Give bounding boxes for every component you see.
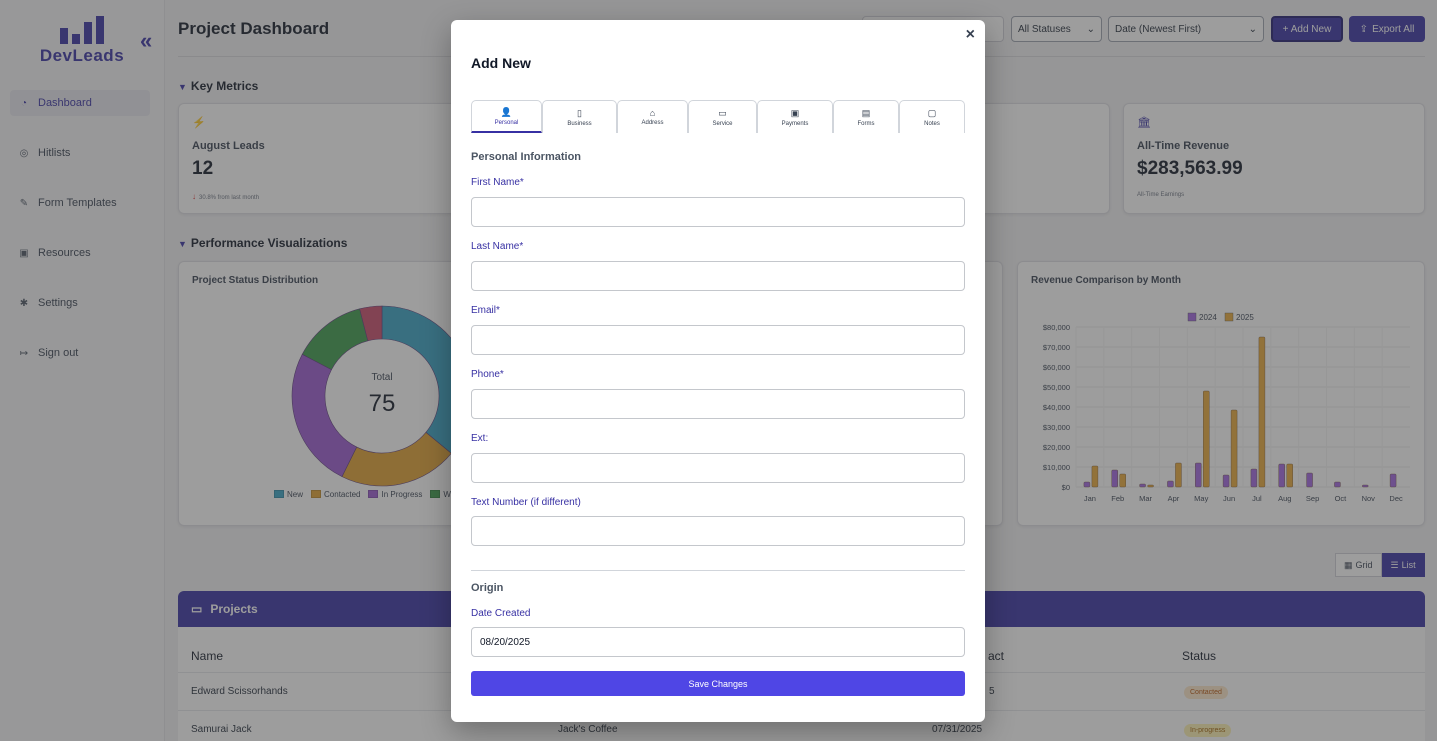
tab-label: Address xyxy=(641,120,664,126)
date-created-label: Date Created xyxy=(471,608,531,619)
tab-label: Personal xyxy=(494,119,519,126)
tab-label: Forms xyxy=(857,120,875,127)
ext-input[interactable] xyxy=(471,453,965,483)
origin-heading: Origin xyxy=(471,582,504,594)
email-label: Email* xyxy=(471,305,500,316)
phone-input[interactable] xyxy=(471,389,965,419)
file-icon: ▤ xyxy=(861,107,871,118)
home-icon: ⌂ xyxy=(649,108,656,118)
tab-personal[interactable]: 👤 Personal xyxy=(471,100,542,133)
first-name-input[interactable] xyxy=(471,197,965,227)
tab-address[interactable]: ⌂ Address xyxy=(617,100,688,133)
add-new-modal: × Add New 👤 Personal ▯ Business ⌂ Address ▭… xyxy=(451,20,985,722)
note-icon: ▢ xyxy=(927,107,937,118)
laptop-icon: ▭ xyxy=(718,107,727,118)
tab-forms[interactable]: ▤ Forms xyxy=(833,100,899,133)
personal-information-heading: Personal Information xyxy=(471,151,582,163)
tab-payments[interactable]: ▣ Payments xyxy=(757,100,833,133)
modal-title: Add New xyxy=(471,55,531,71)
tab-service[interactable]: ▭ Service xyxy=(688,100,757,133)
phone-label: Phone* xyxy=(471,369,504,380)
save-changes-button[interactable]: Save Changes xyxy=(471,671,965,696)
first-name-label: First Name* xyxy=(471,177,524,188)
tab-notes[interactable]: ▢ Notes xyxy=(899,100,965,133)
tab-label: Business xyxy=(567,120,592,127)
modal-tabs: 👤 Personal ▯ Business ⌂ Address ▭ Service ▣ P… xyxy=(471,100,965,133)
last-name-input[interactable] xyxy=(471,261,965,291)
tab-label: Service xyxy=(712,120,733,127)
text-number-input[interactable] xyxy=(471,516,965,546)
money-icon: ▣ xyxy=(790,107,800,118)
email-input[interactable] xyxy=(471,325,965,355)
date-created-input[interactable] xyxy=(471,627,965,657)
user-icon: 👤 xyxy=(500,106,513,117)
last-name-label: Last Name* xyxy=(471,241,524,252)
section-divider xyxy=(471,570,965,571)
tab-label: Notes xyxy=(924,120,940,127)
text-number-label: Text Number (if different) xyxy=(471,497,581,508)
building-icon: ▯ xyxy=(577,107,582,118)
tab-business[interactable]: ▯ Business xyxy=(542,100,617,133)
tab-label: Payments xyxy=(781,120,809,127)
ext-label: Ext: xyxy=(471,433,489,444)
close-icon[interactable]: × xyxy=(966,26,975,44)
